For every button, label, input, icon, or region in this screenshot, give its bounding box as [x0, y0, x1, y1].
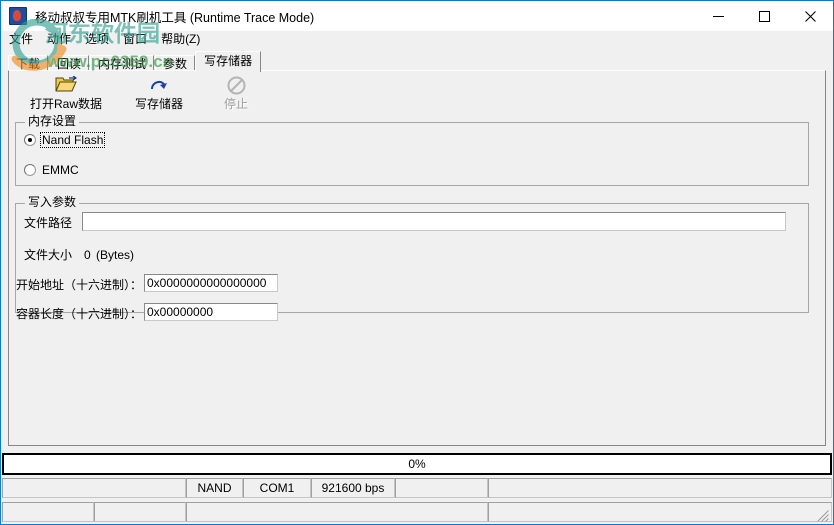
toolbar: 打开Raw数据 写存储器 停止: [9, 73, 825, 117]
toolbar-label-open-raw-data: 打开Raw数据: [29, 97, 102, 111]
status-cell-blank-3: [488, 478, 832, 498]
client-area: 下载 回读 内存测试 参数 写存储器 打开Raw数据 写存储器 停止 内存设置 …: [2, 49, 832, 453]
status2-cell-3: [186, 502, 488, 522]
status2-cell-1: [2, 502, 94, 522]
radio-emmc[interactable]: [24, 164, 36, 176]
tab-write-memory[interactable]: 写存储器: [195, 51, 262, 72]
container-length-input[interactable]: 0x00000000: [144, 303, 278, 321]
radio-row-emmc[interactable]: EMMC: [24, 163, 79, 177]
stop-icon: [227, 74, 246, 96]
minimize-button[interactable]: [695, 1, 741, 31]
toolbar-button-write-memory[interactable]: 写存储器: [119, 73, 199, 117]
open-folder-icon: [55, 74, 77, 96]
radio-row-nand-flash[interactable]: Nand Flash: [24, 132, 106, 148]
status-cell-blank-1: [2, 478, 186, 498]
menu-item-help[interactable]: 帮助(Z): [154, 31, 207, 49]
radio-nand-flash[interactable]: [24, 134, 36, 146]
file-size-label: 文件大小: [24, 248, 73, 262]
menu-item-window[interactable]: 窗口: [116, 31, 154, 49]
tab-panel-write-memory: 打开Raw数据 写存储器 停止 内存设置 Nand Flash EMMC 写入参…: [8, 70, 826, 446]
title-bar[interactable]: 移动叔叔专用MTK刷机工具 (Runtime Trace Mode): [1, 1, 833, 31]
file-path-input[interactable]: [82, 212, 786, 231]
status-bar-row-2: [2, 500, 832, 524]
menu-item-options[interactable]: 选项: [78, 31, 116, 49]
progress-bar: 0%: [2, 453, 832, 475]
status2-cell-2: [94, 502, 186, 522]
toolbar-label-write-memory: 写存储器: [134, 97, 183, 111]
status2-cell-4: [488, 502, 832, 522]
window-controls: [695, 1, 833, 31]
status-cell-baud-rate: 921600 bps: [311, 478, 395, 498]
start-address-label: 开始地址（十六进制）：: [16, 278, 143, 292]
write-params-group: 写入参数 文件路径 文件大小 0 (Bytes) 开始地址（十六进制）： 0x0…: [15, 196, 809, 321]
app-icon: [9, 7, 27, 25]
status-bar-row-1: NAND COM1 921600 bps: [2, 476, 832, 500]
status-cell-storage-type: NAND: [186, 478, 243, 498]
file-size-value: 0: [84, 248, 91, 262]
toolbar-button-open-raw-data[interactable]: 打开Raw数据: [15, 73, 117, 117]
radio-label-nand-flash: Nand Flash: [39, 132, 106, 148]
radio-label-emmc: EMMC: [42, 163, 79, 177]
tab-strip: 下载 回读 内存测试 参数 写存储器: [8, 51, 262, 72]
memory-settings-title: 内存设置: [25, 115, 80, 128]
window-title: 移动叔叔专用MTK刷机工具 (Runtime Trace Mode): [35, 10, 315, 25]
memory-settings-group: 内存设置 Nand Flash EMMC: [15, 115, 809, 186]
write-arrow-icon: [149, 74, 169, 96]
write-params-title: 写入参数: [25, 196, 80, 209]
file-size-unit: (Bytes): [96, 248, 135, 262]
menu-item-action[interactable]: 动作: [40, 31, 78, 49]
file-path-label: 文件路径: [24, 216, 73, 230]
status-cell-blank-2: [395, 478, 488, 498]
close-button[interactable]: [787, 1, 833, 31]
maximize-button[interactable]: [741, 1, 787, 31]
toolbar-label-stop: 停止: [223, 97, 248, 111]
status-cell-port: COM1: [243, 478, 311, 498]
resize-grip-icon[interactable]: [816, 509, 830, 523]
start-address-input[interactable]: 0x0000000000000000: [144, 274, 278, 292]
container-length-label: 容器长度（十六进制）：: [16, 307, 143, 321]
application-window: 移动叔叔专用MTK刷机工具 (Runtime Trace Mode) 文件 动作…: [0, 0, 834, 525]
menu-item-file[interactable]: 文件: [2, 31, 40, 49]
menu-bar: 文件 动作 选项 窗口 帮助(Z): [2, 31, 832, 49]
toolbar-button-stop: 停止: [205, 73, 267, 117]
